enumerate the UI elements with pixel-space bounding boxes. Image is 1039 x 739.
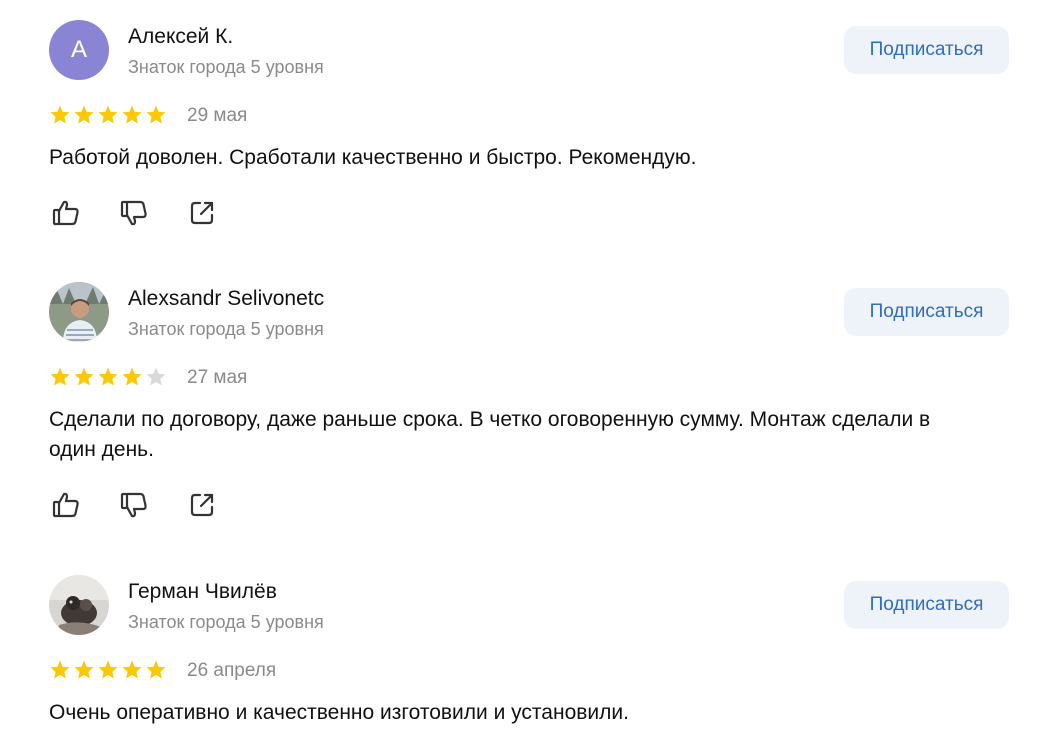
thumbs-down-icon[interactable] bbox=[117, 488, 151, 522]
avatar-letter: А bbox=[70, 36, 87, 63]
subscribe-button[interactable]: Подписаться bbox=[844, 581, 1009, 629]
review-text: Очень оперативно и качественно изготовил… bbox=[49, 701, 629, 724]
star-filled-icon bbox=[121, 659, 143, 681]
author-name[interactable]: Alexsandr Selivonetc bbox=[128, 286, 324, 312]
star-filled-icon bbox=[97, 659, 119, 681]
review-actions bbox=[49, 488, 219, 522]
share-icon[interactable] bbox=[185, 488, 219, 522]
author-name[interactable]: Герман Чвилёв bbox=[128, 579, 277, 605]
star-filled-icon bbox=[97, 366, 119, 388]
avatar-photo bbox=[49, 575, 109, 635]
author-level: Знаток города 5 уровня bbox=[128, 612, 324, 632]
thumbs-up-icon[interactable] bbox=[49, 488, 83, 522]
avatar-photo bbox=[49, 282, 109, 342]
star-empty-icon bbox=[145, 366, 167, 388]
star-filled-icon bbox=[49, 366, 71, 388]
subscribe-button[interactable]: Подписаться bbox=[844, 26, 1009, 74]
rating-stars bbox=[49, 366, 167, 388]
star-filled-icon bbox=[145, 104, 167, 126]
review-date: 27 мая bbox=[187, 367, 248, 388]
review-text: Сделали по договору, даже раньше срока. … bbox=[49, 408, 931, 461]
thumbs-down-icon[interactable] bbox=[117, 196, 151, 230]
star-filled-icon bbox=[97, 104, 119, 126]
review-date: 29 мая bbox=[187, 105, 248, 126]
author-level: Знаток города 5 уровня bbox=[128, 57, 324, 77]
rating-stars bbox=[49, 104, 167, 126]
star-filled-icon bbox=[49, 659, 71, 681]
star-filled-icon bbox=[145, 659, 167, 681]
author-level: Знаток города 5 уровня bbox=[128, 319, 324, 339]
star-filled-icon bbox=[121, 104, 143, 126]
review-actions bbox=[49, 196, 219, 230]
subscribe-button[interactable]: Подписаться bbox=[844, 288, 1009, 336]
star-filled-icon bbox=[73, 366, 95, 388]
star-filled-icon bbox=[121, 366, 143, 388]
thumbs-up-icon[interactable] bbox=[49, 196, 83, 230]
star-filled-icon bbox=[49, 104, 71, 126]
rating-stars bbox=[49, 659, 167, 681]
avatar[interactable] bbox=[49, 282, 109, 342]
star-filled-icon bbox=[73, 659, 95, 681]
review-text: Работой доволен. Сработали качественно и… bbox=[49, 146, 697, 169]
avatar[interactable] bbox=[49, 575, 109, 635]
share-icon[interactable] bbox=[185, 196, 219, 230]
review-date: 26 апреля bbox=[187, 660, 277, 681]
star-filled-icon bbox=[73, 104, 95, 126]
avatar[interactable]: А bbox=[49, 20, 109, 80]
author-name[interactable]: Алексей К. bbox=[128, 24, 233, 50]
